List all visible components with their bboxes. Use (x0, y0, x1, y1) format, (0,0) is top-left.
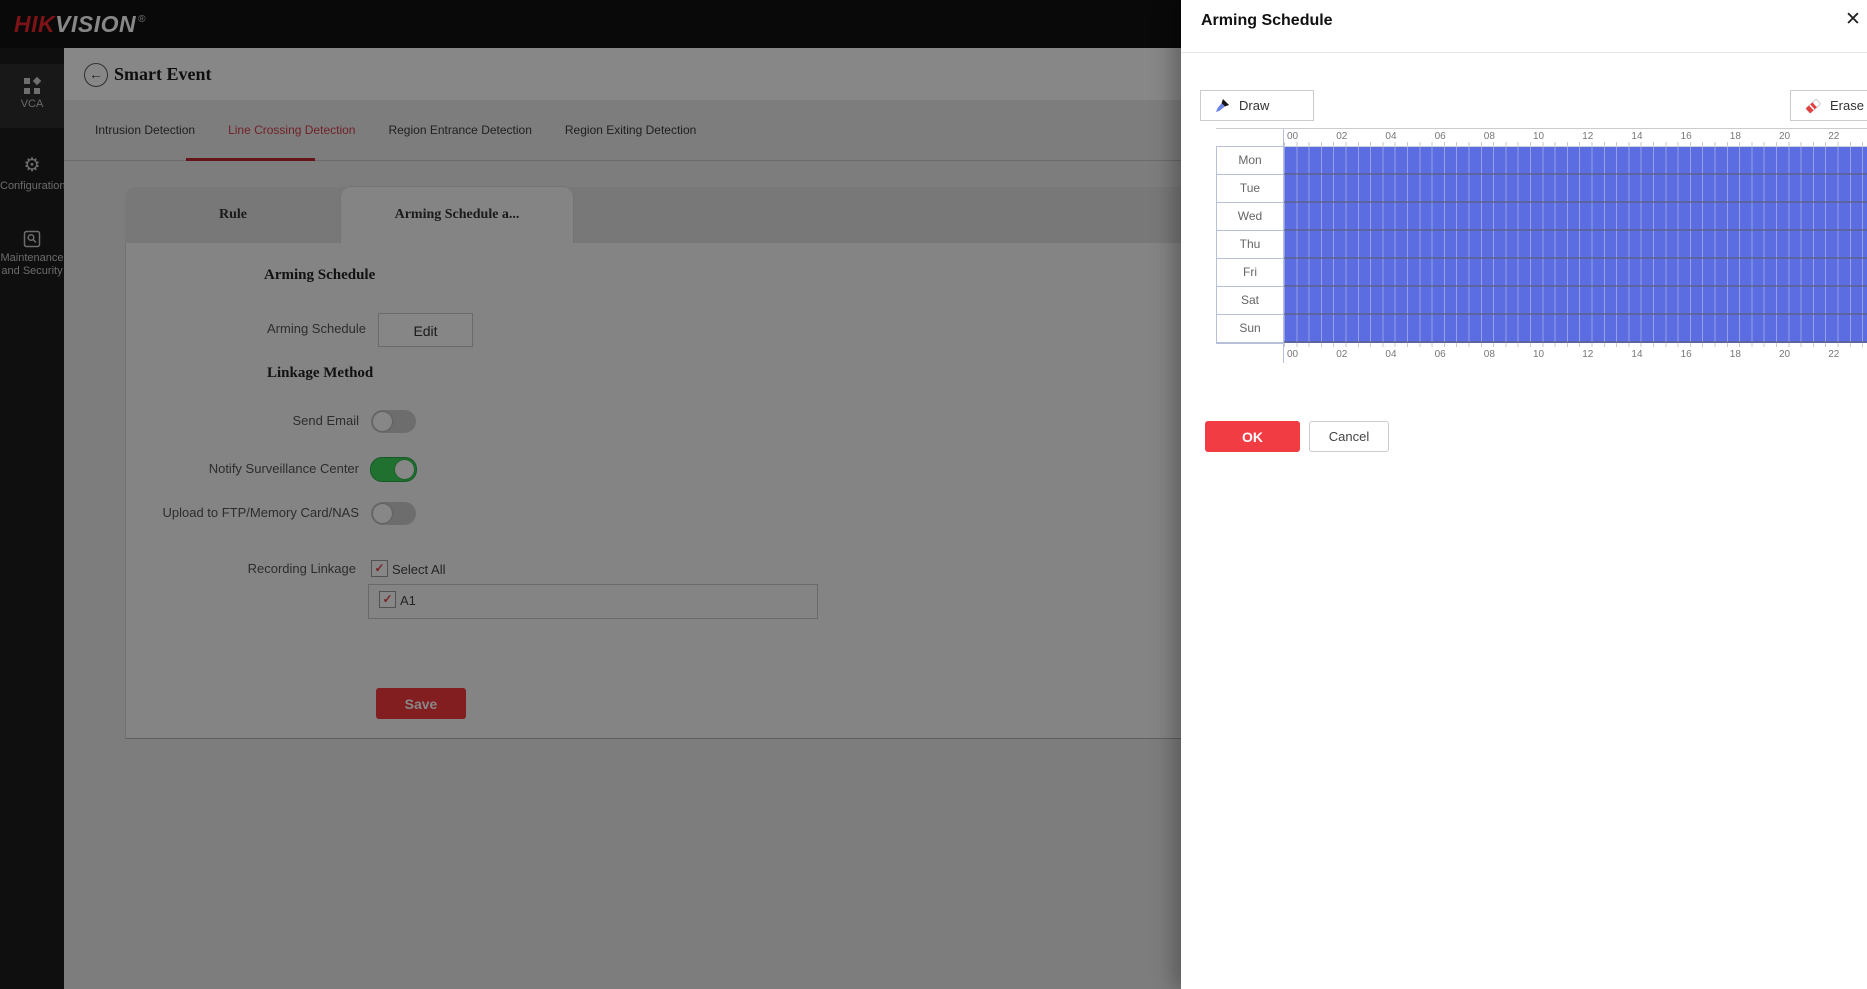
schedule-row-sun: Sun (1216, 315, 1867, 343)
erase-button[interactable]: Erase (1790, 90, 1867, 121)
schedule-row-tue: Tue (1216, 175, 1867, 203)
hour-label: 02 (1336, 349, 1347, 360)
armed-period-bar[interactable] (1284, 147, 1867, 175)
cancel-button[interactable]: Cancel (1309, 421, 1389, 452)
day-label: Wed (1216, 203, 1284, 231)
grid-corner-cell (1216, 129, 1284, 147)
hour-axis-bottom: 00 02 04 06 08 10 12 14 16 18 20 22 (1284, 343, 1867, 363)
modal-title: Arming Schedule (1201, 12, 1333, 30)
hour-label: 12 (1582, 131, 1593, 142)
hour-label: 16 (1681, 131, 1692, 142)
hour-axis-top: 00 02 04 06 08 10 12 14 16 18 20 22 (1284, 129, 1867, 147)
day-label: Tue (1216, 175, 1284, 203)
hour-label: 12 (1582, 349, 1593, 360)
schedule-day-rows: MonTueWedThuFriSatSun (1216, 147, 1867, 343)
hour-label: 08 (1484, 349, 1495, 360)
draw-button[interactable]: Draw (1200, 90, 1314, 121)
armed-period-bar[interactable] (1284, 231, 1867, 259)
draw-pen-icon (1215, 98, 1230, 113)
hour-label: 04 (1385, 131, 1396, 142)
hour-label: 20 (1779, 349, 1790, 360)
modal-divider (1181, 52, 1867, 53)
armed-period-bar[interactable] (1284, 175, 1867, 203)
eraser-icon (1805, 98, 1821, 114)
ok-button[interactable]: OK (1205, 421, 1300, 452)
armed-period-bar[interactable] (1284, 203, 1867, 231)
hour-label: 08 (1484, 131, 1495, 142)
hour-label: 02 (1336, 131, 1347, 142)
schedule-grid-header: 00 02 04 06 08 10 12 14 16 18 20 22 (1216, 129, 1867, 147)
hour-label: 10 (1533, 349, 1544, 360)
armed-period-bar[interactable] (1284, 259, 1867, 287)
day-label: Fri (1216, 259, 1284, 287)
hour-label: 14 (1631, 349, 1642, 360)
schedule-grid: 00 02 04 06 08 10 12 14 16 18 20 22 MonTueWedThuFri… (1216, 128, 1867, 363)
schedule-row-sat: Sat (1216, 287, 1867, 315)
hour-label: 04 (1385, 349, 1396, 360)
hour-label: 10 (1533, 131, 1544, 142)
schedule-row-wed: Wed (1216, 203, 1867, 231)
schedule-grid-footer: 00 02 04 06 08 10 12 14 16 18 20 22 (1216, 343, 1867, 363)
arming-schedule-modal: Arming Schedule ✕ Draw Erase 00 02 04 06 08 1… (1181, 0, 1867, 989)
erase-button-label: Erase (1830, 98, 1864, 113)
hour-label: 18 (1730, 131, 1741, 142)
hour-label: 18 (1730, 349, 1741, 360)
hour-label: 22 (1828, 349, 1839, 360)
hour-label: 20 (1779, 131, 1790, 142)
hour-label: 14 (1631, 131, 1642, 142)
day-label: Thu (1216, 231, 1284, 259)
modal-dim-overlay (0, 0, 1181, 989)
schedule-row-mon: Mon (1216, 147, 1867, 175)
armed-period-bar[interactable] (1284, 287, 1867, 315)
schedule-row-fri: Fri (1216, 259, 1867, 287)
hour-label: 06 (1435, 131, 1446, 142)
day-label: Mon (1216, 147, 1284, 175)
close-icon[interactable]: ✕ (1845, 8, 1861, 31)
hour-label: 16 (1681, 349, 1692, 360)
hour-label: 00 (1287, 349, 1298, 360)
armed-period-bar[interactable] (1284, 315, 1867, 343)
schedule-row-thu: Thu (1216, 231, 1867, 259)
draw-button-label: Draw (1239, 98, 1269, 113)
hour-label: 22 (1828, 131, 1839, 142)
hour-label: 06 (1435, 349, 1446, 360)
hour-label: 00 (1287, 131, 1298, 142)
grid-corner-cell (1216, 343, 1284, 363)
day-label: Sun (1216, 315, 1284, 343)
day-label: Sat (1216, 287, 1284, 315)
